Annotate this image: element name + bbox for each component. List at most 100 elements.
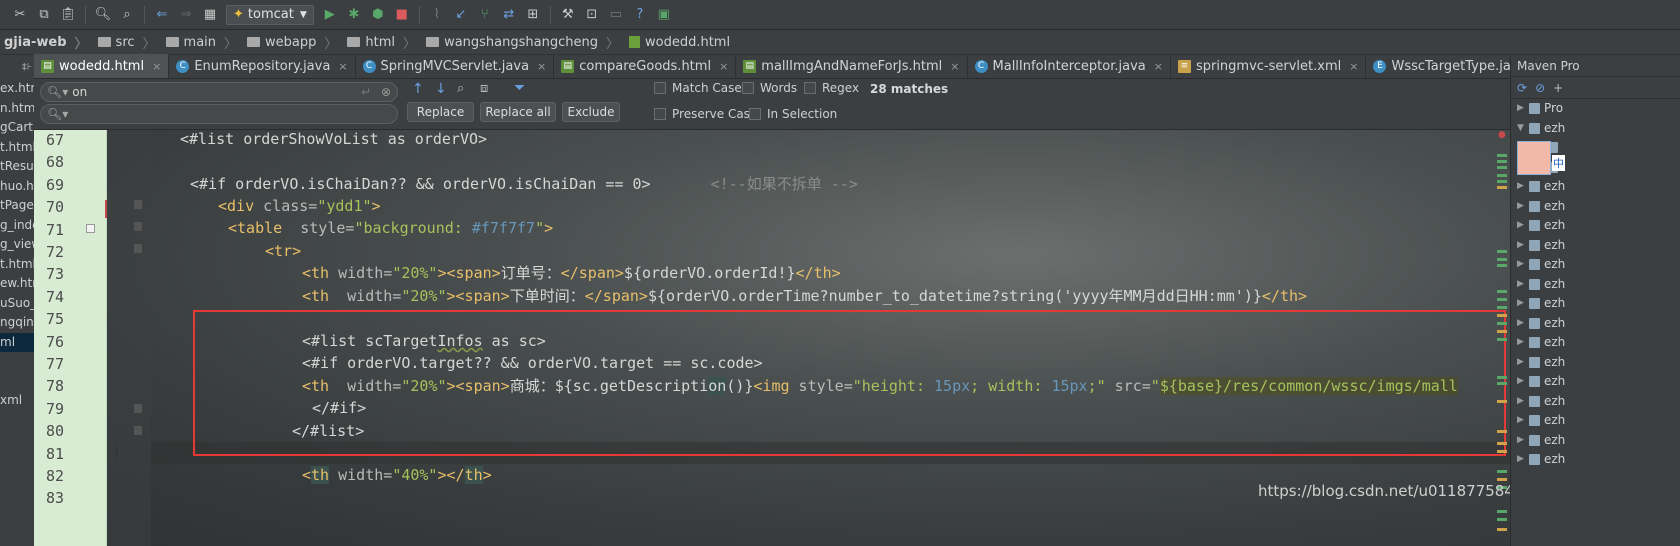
expand-arrow-icon[interactable]: ▶: [1517, 372, 1529, 392]
stripe-marker[interactable]: [1497, 382, 1507, 385]
maven-tree-item[interactable]: ▶ ezh: [1511, 431, 1680, 451]
stripe-marker[interactable]: [1497, 186, 1507, 189]
stripe-marker[interactable]: [1497, 314, 1507, 317]
coverage-icon[interactable]: ⬢: [369, 6, 387, 24]
expand-arrow-icon[interactable]: ▶: [1517, 333, 1529, 353]
close-tab-icon[interactable]: ×: [950, 60, 959, 73]
maven-tree-item[interactable]: ▶ ezh: [1511, 411, 1680, 431]
tab-5[interactable]: C MallInfoInterceptor.java ×: [968, 54, 1171, 78]
maven-tree-item[interactable]: ▶ ezh: [1511, 236, 1680, 256]
stripe-marker[interactable]: [1497, 290, 1507, 293]
expand-arrow-icon[interactable]: ▶: [1517, 177, 1529, 197]
stripe-marker[interactable]: [1497, 470, 1507, 473]
project-tree-item[interactable]: huo.ht: [0, 177, 34, 197]
expand-arrow-icon[interactable]: ▶: [1517, 255, 1529, 275]
maven-tree-item[interactable]: ▼ ezh: [1511, 119, 1680, 139]
breadcrumb-item-folder[interactable]: wangshangshangcheng 〉: [422, 30, 625, 55]
close-tab-icon[interactable]: ×: [152, 60, 161, 73]
expand-arrow-icon[interactable]: ▶: [1517, 197, 1529, 217]
maven-tree-item[interactable]: ▶ ezh: [1511, 353, 1680, 373]
debug-icon[interactable]: ✱: [345, 6, 363, 24]
in-selection-checkbox[interactable]: In Selection: [749, 107, 837, 121]
breadcrumb-item-main[interactable]: main 〉: [162, 30, 244, 55]
next-occurrence-icon[interactable]: ↓: [435, 81, 447, 97]
clear-search-icon[interactable]: ⊗: [381, 85, 391, 99]
replace-all-button[interactable]: Replace all: [480, 102, 556, 122]
close-tab-icon[interactable]: ×: [1154, 60, 1163, 73]
maven-tree-item[interactable]: ▶ ezh: [1511, 450, 1680, 470]
project-tree-item[interactable]: gCart.h: [0, 118, 34, 138]
forward-icon[interactable]: ⇒: [177, 6, 195, 24]
breadcrumb-item-html[interactable]: html 〉: [343, 30, 422, 55]
vcs-commit-icon[interactable]: ⑂: [476, 6, 494, 24]
search-input[interactable]: 🔍︎▾ on ↵ ⊗: [40, 82, 398, 102]
sdk-icon[interactable]: ▭: [607, 6, 625, 24]
project-tree-item[interactable]: t.html: [0, 138, 34, 158]
vcs-compare-icon[interactable]: ⇄: [500, 6, 518, 24]
stripe-marker[interactable]: [1497, 264, 1507, 267]
stripe-marker[interactable]: [1497, 430, 1507, 433]
settings-icon[interactable]: ⚒: [559, 6, 577, 24]
match-case-checkbox[interactable]: Match Case: [654, 81, 742, 95]
run-icon[interactable]: ▶: [321, 6, 339, 24]
project-tree-item[interactable]: g_view: [0, 235, 34, 255]
project-tree-item[interactable]: ml: [0, 332, 34, 352]
project-tree-item[interactable]: ngqin: [0, 313, 34, 333]
project-tree-item[interactable]: tPage: [0, 196, 34, 216]
replace-icon[interactable]: ⌕: [118, 6, 136, 24]
stripe-marker[interactable]: [1497, 518, 1507, 521]
expand-arrow-icon[interactable]: ▶: [1517, 314, 1529, 334]
breadcrumb-item-module[interactable]: gjia-web 〉: [0, 30, 94, 55]
exclude-button[interactable]: Exclude: [562, 102, 620, 122]
stripe-marker[interactable]: [1497, 258, 1507, 261]
expand-arrow-icon[interactable]: ▶: [1517, 216, 1529, 236]
copy-icon[interactable]: ⧉: [35, 6, 53, 24]
preserve-case-checkbox[interactable]: Preserve Case: [654, 107, 757, 121]
stop-icon[interactable]: ■: [393, 6, 411, 24]
vcs-update-icon[interactable]: ↙: [452, 6, 470, 24]
tab-3[interactable]: ▤ compareGoods.html ×: [554, 54, 737, 78]
maven-tree-item[interactable]: ▶ ezh: [1511, 314, 1680, 334]
expand-arrow-icon[interactable]: ▶: [1517, 294, 1529, 314]
paste-icon[interactable]: 📋︎: [59, 6, 77, 24]
stripe-marker[interactable]: [1497, 338, 1507, 341]
tab-0[interactable]: ▤ wodedd.html ×: [34, 54, 170, 78]
close-tab-icon[interactable]: ×: [1349, 60, 1358, 73]
expand-arrow-icon[interactable]: ▶: [1517, 411, 1529, 431]
project-tree-item[interactable]: [0, 372, 34, 392]
attach-icon[interactable]: ⌇: [428, 6, 446, 24]
project-tree-item[interactable]: xml: [0, 391, 34, 411]
regex-checkbox[interactable]: Regex: [804, 81, 859, 95]
close-tab-icon[interactable]: ×: [537, 60, 546, 73]
expand-arrow-icon[interactable]: ▼: [1517, 119, 1529, 139]
stripe-marker[interactable]: [1497, 510, 1507, 513]
maven-tree-item[interactable]: ▶ ezh: [1511, 255, 1680, 275]
breadcrumb-item-src[interactable]: src 〉: [94, 30, 162, 55]
cut-icon[interactable]: ✂: [11, 6, 29, 24]
stripe-marker[interactable]: [1497, 322, 1507, 325]
stripe-marker[interactable]: [1497, 166, 1507, 169]
close-tab-icon[interactable]: ×: [338, 60, 347, 73]
stripe-marker[interactable]: [1497, 330, 1507, 333]
replace-input[interactable]: 🔍︎▾: [40, 104, 398, 124]
project-tree-item[interactable]: tResu: [0, 157, 34, 177]
project-tree-item[interactable]: uSuo_: [0, 294, 34, 314]
maven-tree-item[interactable]: ▶ ezh: [1511, 333, 1680, 353]
stripe-marker[interactable]: [1497, 376, 1507, 379]
plugin-icon[interactable]: ▣: [655, 6, 673, 24]
find-all-icon[interactable]: ⌕: [457, 81, 464, 96]
expand-arrow-icon[interactable]: ▶: [1517, 353, 1529, 373]
project-tree-item[interactable]: [0, 352, 34, 372]
add-icon[interactable]: +: [1553, 81, 1563, 95]
stripe-marker[interactable]: [1497, 400, 1507, 403]
run-config-selector[interactable]: ✦ tomcat ▼: [226, 4, 314, 25]
previous-occurrence-icon[interactable]: ↑: [412, 81, 424, 97]
structure-icon[interactable]: ⊡: [583, 6, 601, 24]
maven-tree-item[interactable]: ▶ ezh: [1511, 197, 1680, 217]
project-tree-item[interactable]: ew.htm: [0, 274, 34, 294]
expand-arrow-icon[interactable]: ▶: [1517, 236, 1529, 256]
expand-arrow-icon[interactable]: ▶: [1517, 450, 1529, 470]
stripe-marker[interactable]: [1497, 174, 1507, 177]
reimport-icon[interactable]: ⊘: [1535, 81, 1545, 95]
stripe-marker[interactable]: [1497, 160, 1507, 163]
